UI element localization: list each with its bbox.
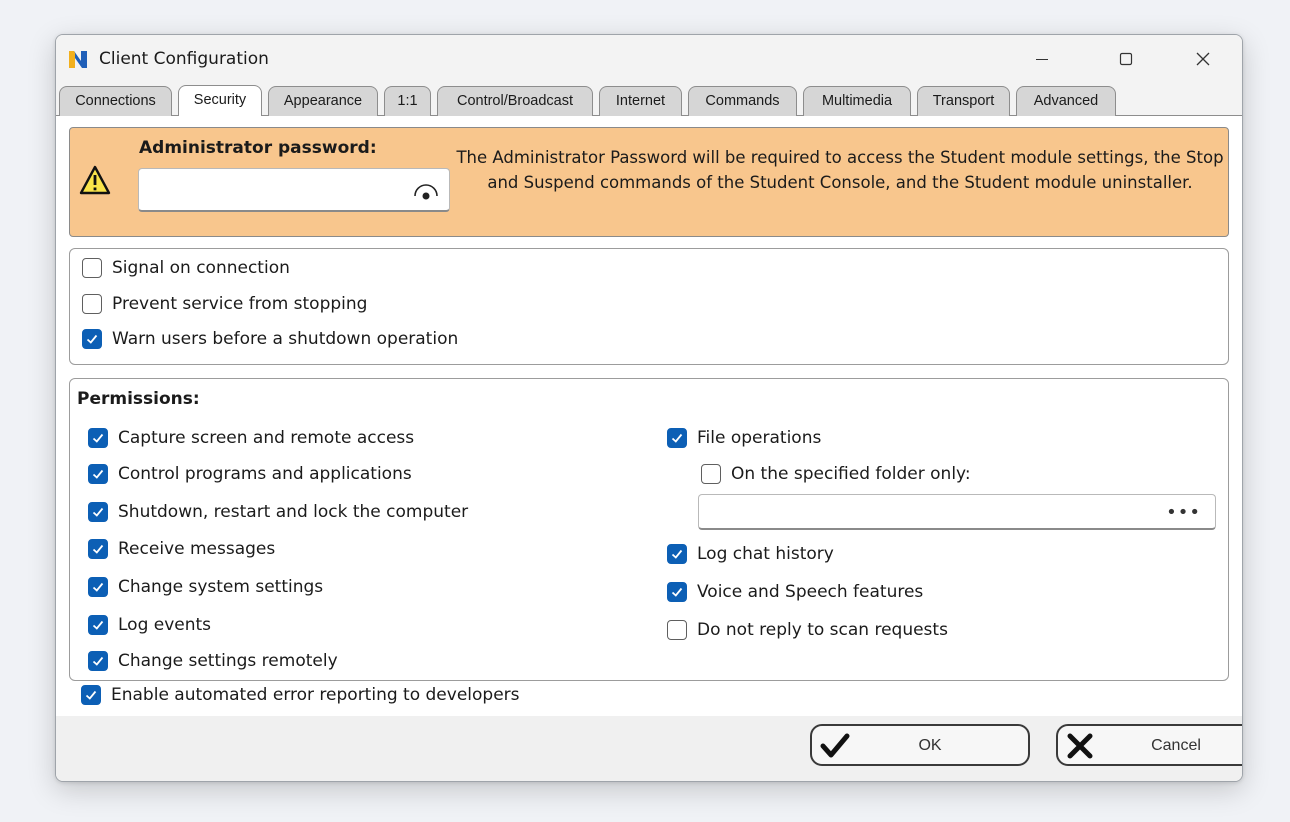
checkmark-icon	[671, 587, 683, 597]
tab-multimedia[interactable]: Multimedia	[803, 86, 911, 116]
cancel-button-label: Cancel	[1151, 737, 1201, 754]
checkbox-label: Control programs and applications	[118, 464, 412, 484]
perm-log-events-checkbox[interactable]: Log events	[88, 615, 211, 635]
permissions-title: Permissions:	[77, 389, 200, 409]
tab-commands[interactable]: Commands	[688, 86, 797, 116]
checkmark-icon	[92, 582, 104, 592]
ok-button[interactable]: OK	[810, 724, 1030, 766]
tab-security[interactable]: Security	[178, 85, 262, 116]
checkbox-box[interactable]	[82, 258, 102, 278]
tab-internet[interactable]: Internet	[599, 86, 682, 116]
perm-change-settings-remotely-checkbox[interactable]: Change settings remotely	[88, 651, 338, 671]
admin-password-description: The Administrator Password will be requi…	[456, 148, 1224, 192]
checkbox-label: Capture screen and remote access	[118, 428, 415, 448]
admin-password-panel: Administrator password: The Administrato…	[69, 127, 1229, 237]
checkbox-box[interactable]	[81, 685, 101, 705]
minimize-button[interactable]	[1012, 35, 1072, 83]
checkbox-label: Signal on connection	[112, 258, 290, 278]
signal-on-connection-checkbox[interactable]: Signal on connection	[82, 258, 290, 278]
tab-connections[interactable]: Connections	[59, 86, 172, 116]
perm-log-chat-history-checkbox[interactable]: Log chat history	[667, 544, 834, 564]
tab-bar: Connections Security Appearance 1:1 Cont…	[56, 83, 1242, 116]
checkmark-icon	[671, 549, 683, 559]
checkbox-box[interactable]	[82, 329, 102, 349]
perm-file-operations-checkbox[interactable]: File operations	[667, 428, 821, 448]
maximize-button[interactable]	[1096, 35, 1156, 83]
checkbox-box[interactable]	[88, 615, 108, 635]
title-bar[interactable]: Client Configuration	[56, 35, 1242, 83]
permissions-group: Permissions: Capture screen and remote a…	[69, 378, 1229, 681]
perm-no-reply-scan-checkbox[interactable]: Do not reply to scan requests	[667, 620, 948, 640]
checkbox-label: Log chat history	[697, 544, 834, 564]
checkmark-icon	[92, 656, 104, 666]
checkmark-icon	[92, 433, 104, 443]
checkmark-icon	[92, 544, 104, 554]
eye-icon[interactable]	[411, 180, 441, 202]
checkbox-box[interactable]	[88, 502, 108, 522]
general-options-group: Signal on connection Prevent service fro…	[69, 248, 1229, 365]
perm-capture-screen-checkbox[interactable]: Capture screen and remote access	[88, 428, 414, 448]
checkbox-label: Do not reply to scan requests	[697, 620, 948, 640]
checkbox-box[interactable]	[88, 577, 108, 597]
admin-password-label: Administrator password:	[139, 138, 377, 158]
checkbox-box[interactable]	[701, 464, 721, 484]
checkmark-icon	[92, 469, 104, 479]
warning-triangle-icon	[79, 165, 111, 195]
checkbox-label: On the specified folder only:	[731, 464, 971, 484]
checkbox-box[interactable]	[82, 294, 102, 314]
minimize-icon	[1036, 59, 1048, 60]
checkbox-box[interactable]	[667, 582, 687, 602]
perm-voice-speech-checkbox[interactable]: Voice and Speech features	[667, 582, 923, 602]
tab-appearance[interactable]: Appearance	[268, 86, 378, 116]
ok-button-label: OK	[918, 737, 942, 754]
checkbox-label: Change settings remotely	[118, 651, 338, 671]
checkmark-icon	[92, 507, 104, 517]
security-tab-content: Administrator password: The Administrato…	[56, 116, 1242, 716]
browse-folder-button[interactable]: •••	[1166, 502, 1201, 523]
prevent-service-stopping-checkbox[interactable]: Prevent service from stopping	[82, 294, 367, 314]
perm-receive-messages-checkbox[interactable]: Receive messages	[88, 539, 275, 559]
cancel-button[interactable]: Cancel	[1056, 724, 1242, 766]
close-button[interactable]	[1173, 35, 1233, 83]
admin-password-input[interactable]	[138, 168, 450, 212]
checkmark-icon	[671, 433, 683, 443]
checkbox-label: Enable automated error reporting to deve…	[111, 685, 520, 705]
perm-change-system-settings-checkbox[interactable]: Change system settings	[88, 577, 323, 597]
maximize-icon	[1119, 52, 1133, 66]
tab-transport[interactable]: Transport	[917, 86, 1010, 116]
checkbox-label: Warn users before a shutdown operation	[112, 329, 459, 349]
checkbox-label: Change system settings	[118, 577, 324, 597]
checkbox-box[interactable]	[667, 620, 687, 640]
checkbox-label: Shutdown, restart and lock the computer	[118, 502, 469, 522]
dialog-footer: OK Cancel	[56, 716, 1242, 781]
error-reporting-checkbox[interactable]: Enable automated error reporting to deve…	[81, 685, 520, 705]
folder-path-input[interactable]: •••	[698, 494, 1216, 530]
warn-before-shutdown-checkbox[interactable]: Warn users before a shutdown operation	[82, 329, 458, 349]
window-title: Client Configuration	[99, 49, 269, 69]
checkbox-box[interactable]	[667, 544, 687, 564]
client-configuration-window: Client Configuration Connections Securit…	[55, 34, 1243, 782]
checkbox-label: Log events	[118, 615, 212, 635]
checkbox-box[interactable]	[667, 428, 687, 448]
checkbox-label: Voice and Speech features	[697, 582, 924, 602]
checkmark-icon	[92, 620, 104, 630]
checkbox-label: Receive messages	[118, 539, 276, 559]
checkmark-icon	[85, 690, 97, 700]
close-icon	[1196, 52, 1210, 66]
checkmark-icon	[86, 334, 98, 344]
perm-shutdown-restart-lock-checkbox[interactable]: Shutdown, restart and lock the computer	[88, 502, 468, 522]
tab-advanced[interactable]: Advanced	[1016, 86, 1116, 116]
checkbox-label: Prevent service from stopping	[112, 294, 368, 314]
checkbox-label: File operations	[697, 428, 822, 448]
checkbox-box[interactable]	[88, 464, 108, 484]
checkbox-box[interactable]	[88, 428, 108, 448]
tab-one-to-one[interactable]: 1:1	[384, 86, 431, 116]
perm-control-programs-checkbox[interactable]: Control programs and applications	[88, 464, 412, 484]
checkbox-box[interactable]	[88, 539, 108, 559]
tab-control-broadcast[interactable]: Control/Broadcast	[437, 86, 593, 116]
app-logo-icon	[69, 51, 87, 68]
checkbox-box[interactable]	[88, 651, 108, 671]
perm-specified-folder-only-checkbox[interactable]: On the specified folder only:	[701, 464, 971, 484]
